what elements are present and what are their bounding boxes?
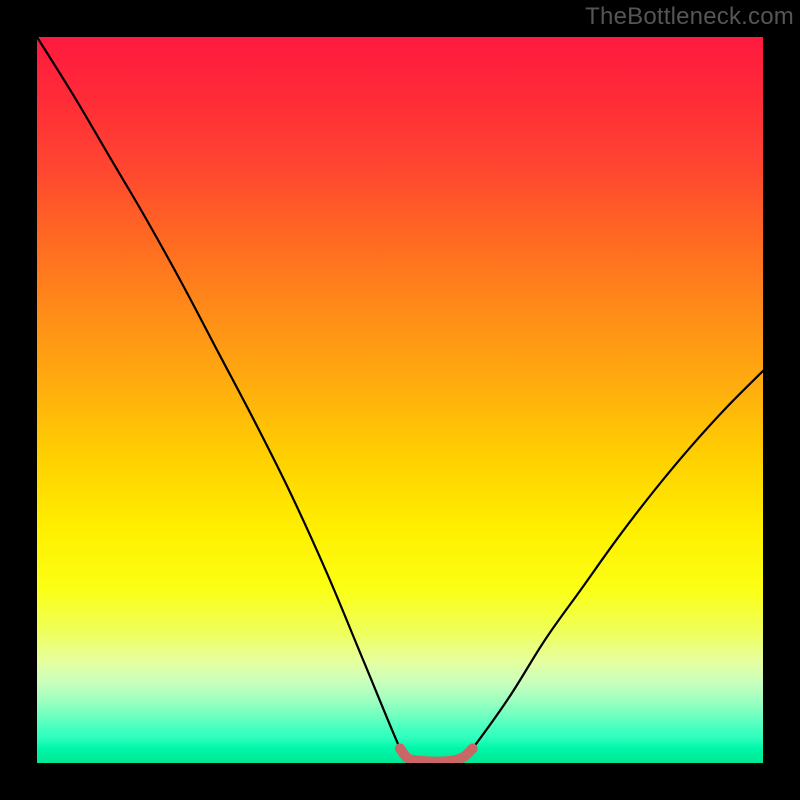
highlight-dot-right xyxy=(468,743,478,753)
highlight-dot-left xyxy=(395,743,405,753)
curve-bottom-highlight xyxy=(400,748,473,761)
chart-svg xyxy=(37,37,763,763)
watermark: TheBottleneck.com xyxy=(585,3,794,31)
curve-line xyxy=(37,37,763,762)
chart-frame: TheBottleneck.com xyxy=(0,0,800,800)
